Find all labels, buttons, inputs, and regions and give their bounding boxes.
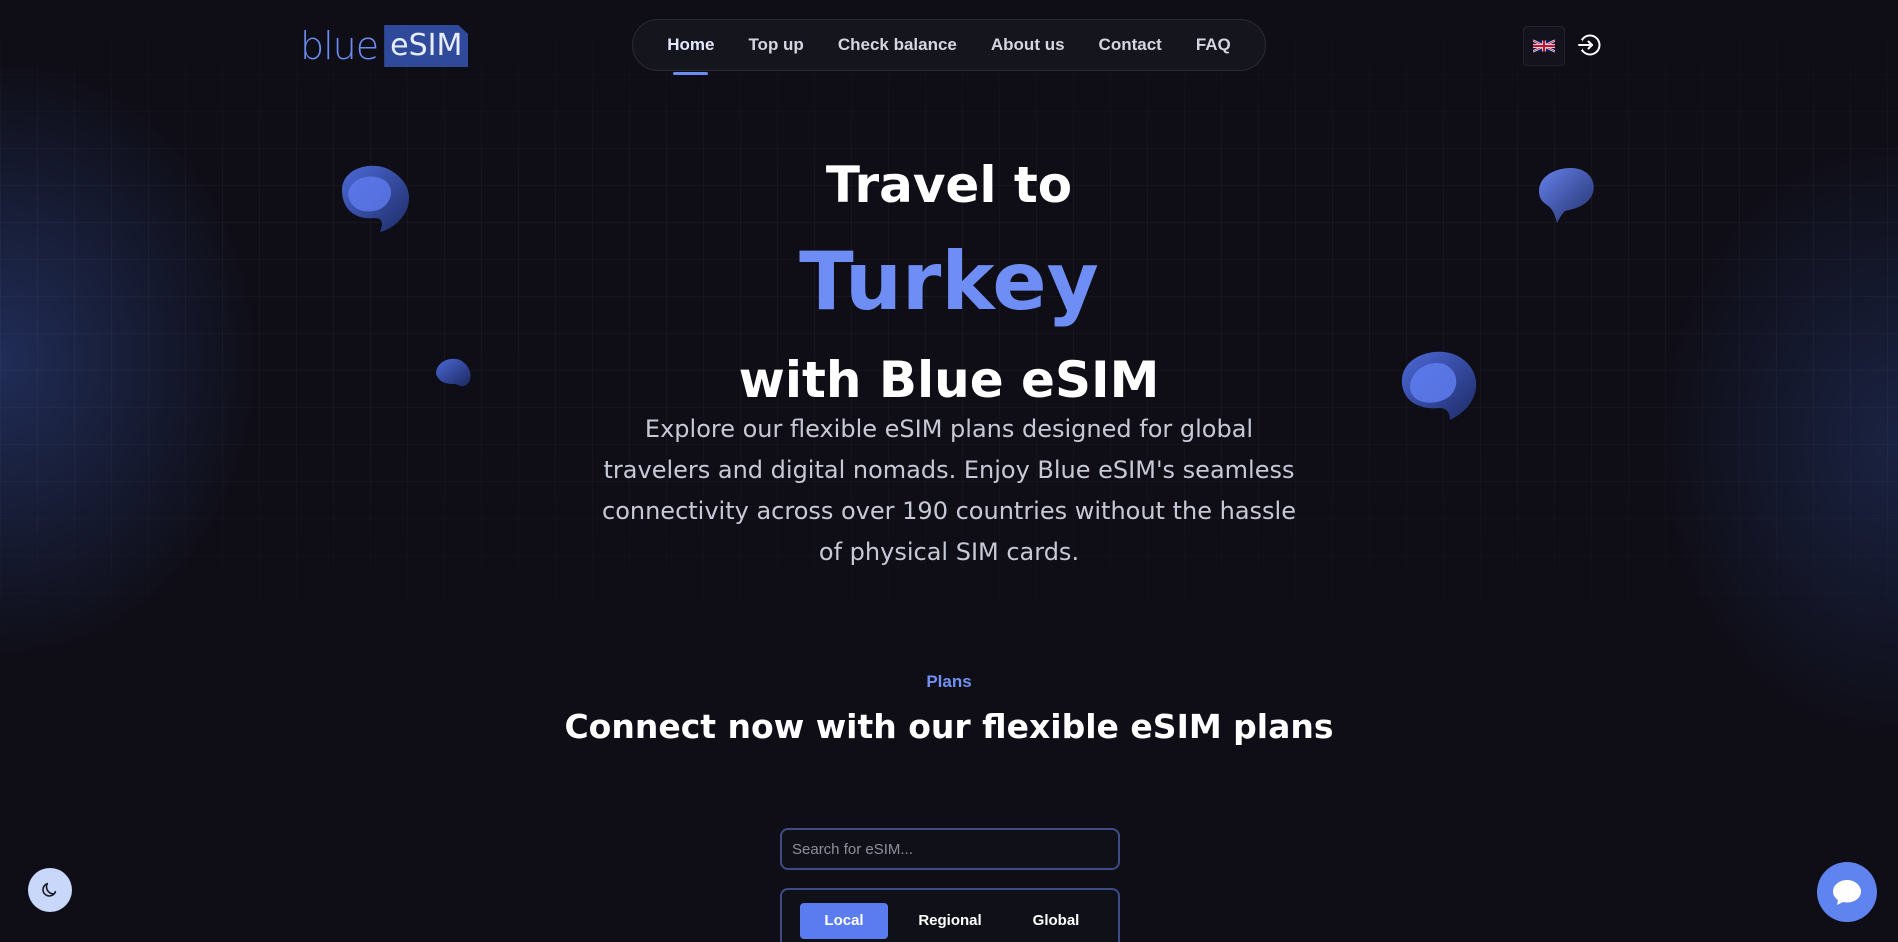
chat-bubble-icon [1833,880,1861,905]
plans-title: Connect now with our flexible eSIM plans [564,707,1334,746]
nav-home[interactable]: Home [650,35,731,75]
esim-search-input[interactable] [780,828,1120,870]
hero-heading-line3: with Blue eSIM [738,351,1160,409]
page: blue eSIM Home Top up Check balance Abou… [0,0,1898,942]
tab-regional[interactable]: Regional [900,903,1000,939]
main-nav: Home Top up Check balance About us Conta… [632,19,1266,75]
login-button[interactable] [1576,31,1604,59]
uk-flag-icon [1533,39,1555,53]
theme-toggle-button[interactable] [28,868,72,912]
nav-about-us[interactable]: About us [974,35,1082,55]
nav-top-up[interactable]: Top up [731,35,820,55]
tab-global[interactable]: Global [1012,903,1100,939]
language-button[interactable] [1523,26,1565,66]
tab-local[interactable]: Local [800,903,888,939]
hero-heading-line1: Travel to [825,156,1073,214]
logo-text-blue: blue [300,24,379,68]
nav-contact[interactable]: Contact [1082,35,1179,55]
nav-check-balance[interactable]: Check balance [821,35,974,55]
logo[interactable]: blue eSIM [300,24,469,68]
logo-text-esim: eSIM [384,25,469,67]
hero-country: Turkey [799,235,1099,328]
chat-button[interactable] [1817,862,1877,922]
nav-faq[interactable]: FAQ [1179,35,1248,55]
sign-in-icon [1576,34,1601,56]
hero-description: Explore our flexible eSIM plans designed… [602,415,1296,566]
background-grid [0,0,1898,680]
plans-eyebrow: Plans [926,672,972,691]
moon-icon [42,882,57,897]
plan-type-tabs: Local Regional Global [780,888,1120,942]
